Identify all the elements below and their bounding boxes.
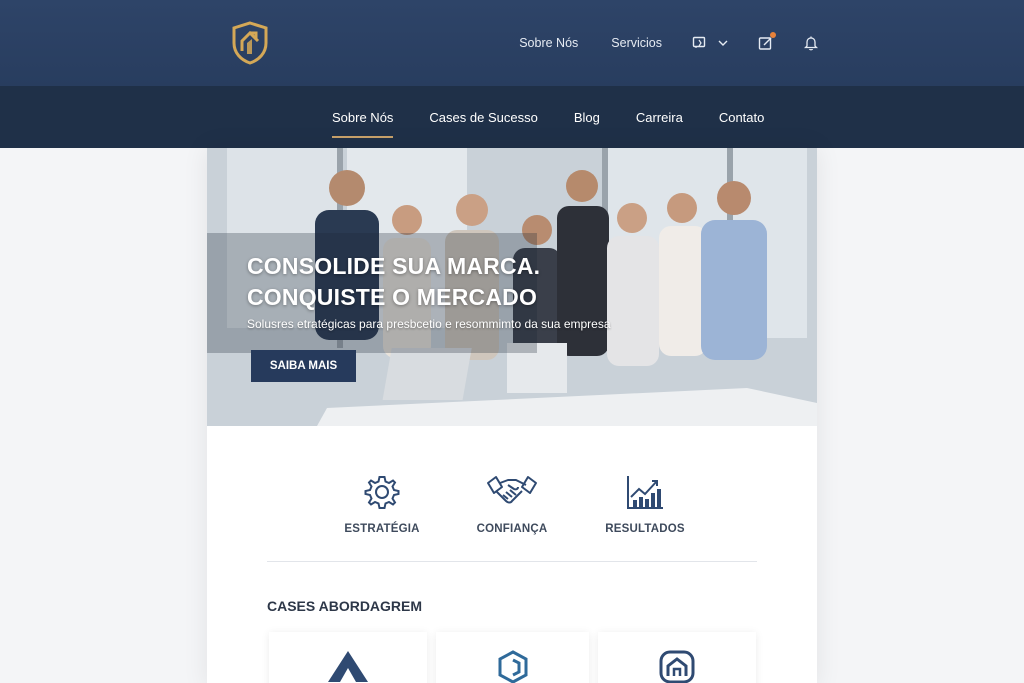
feature-estrategia: ESTRATÉGIA	[322, 473, 442, 535]
feature-confianca: CONFIANÇA	[452, 473, 572, 535]
feature-label-resultados: RESULTADOS	[605, 523, 685, 535]
nav-item-carreira[interactable]: Carreira	[636, 86, 683, 148]
saiba-mais-button[interactable]: SAIBA MAIS	[251, 350, 356, 382]
cases-title: CASES ABORDAGREM	[267, 598, 423, 614]
top-header: Sobre Nós Servicios	[0, 0, 1024, 86]
utility-nav: Sobre Nós Servicios	[486, 30, 818, 56]
case-card-2[interactable]	[436, 632, 589, 683]
feature-label-confianca: CONFIANÇA	[476, 523, 548, 535]
feature-resultados: RESULTADOS	[585, 473, 705, 535]
nav-item-sobre-nos[interactable]: Sobre Nós	[332, 86, 394, 148]
notifications-button[interactable]	[804, 35, 818, 51]
hero-title-line2: CONQUISTE O MERCADO	[247, 284, 538, 310]
nav-item-contato[interactable]: Contato	[719, 86, 765, 148]
nav-item-cases[interactable]: Cases de Sucesso	[429, 86, 537, 148]
case-card-1[interactable]	[269, 632, 427, 683]
content-card: CONSOLIDE SUA MARCA. CONQUISTE O MERCADO…	[207, 148, 817, 683]
top-link-sobre-nos[interactable]: Sobre Nós	[519, 36, 578, 50]
top-link-servicios[interactable]: Servicios	[611, 36, 662, 50]
nav-item-blog[interactable]: Blog	[574, 86, 600, 148]
gear-icon	[322, 473, 442, 511]
features-row: ESTRATÉGIA CONFIANÇA RESULTADOS	[207, 473, 817, 543]
case-card-3[interactable]	[598, 632, 756, 683]
hero-title-line1: CONSOLIDE SUA MARCA.	[247, 253, 541, 279]
bell-icon	[804, 35, 818, 51]
edit-icon	[758, 32, 776, 51]
main-nav: Sobre Nós Cases de Sucesso Blog Carreira…	[0, 86, 1024, 148]
hero-subtitle: Solusres etratégicas para presbcetio e r…	[247, 317, 611, 331]
language-icon	[692, 36, 708, 50]
hero-title: CONSOLIDE SUA MARCA. CONQUISTE O MERCADO	[247, 251, 607, 313]
chevron-down-icon	[718, 40, 728, 47]
edit-button[interactable]	[758, 32, 776, 51]
handshake-icon	[452, 473, 572, 511]
chart-icon	[585, 473, 705, 511]
section-divider	[267, 561, 757, 562]
notification-dot	[770, 32, 776, 38]
hero-banner: CONSOLIDE SUA MARCA. CONQUISTE O MERCADO…	[207, 148, 817, 426]
language-selector[interactable]	[692, 36, 728, 50]
feature-label-estrategia: ESTRATÉGIA	[344, 523, 420, 535]
brand-logo-icon[interactable]	[230, 21, 270, 65]
